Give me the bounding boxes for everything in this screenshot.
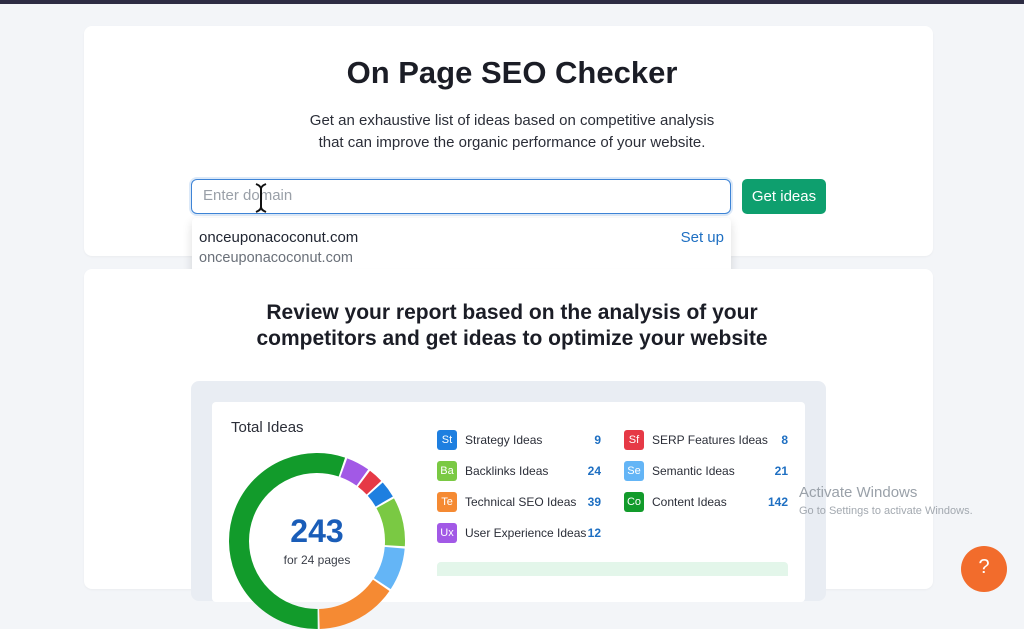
activate-windows-title: Activate Windows (799, 484, 918, 501)
legend-user-experience-ideas[interactable]: Ux User Experience Ideas 12 (437, 523, 603, 543)
technical-seo-badge: Te (437, 492, 457, 512)
semantic-label: Semantic Ideas (652, 464, 735, 478)
content-count: 142 (767, 495, 788, 509)
user-experience-badge: Ux (437, 523, 457, 543)
backlinks-count: 24 (587, 464, 601, 478)
domain-input[interactable]: Enter domain (191, 179, 731, 214)
legend-serp-features-ideas[interactable]: Sf SERP Features Ideas 8 (624, 430, 789, 450)
total-ideas-count: 243 (290, 513, 344, 549)
report-heading-line-2: competitors and get ideas to optimize yo… (256, 327, 768, 350)
strategy-label: Strategy Ideas (465, 433, 543, 447)
strategy-count: 9 (594, 433, 601, 447)
serp-features-label: SERP Features Ideas (652, 433, 768, 447)
strategy-badge: St (437, 430, 457, 450)
total-ideas-label: Total Ideas (231, 419, 304, 436)
total-ideas-pages: for 24 pages (283, 553, 351, 567)
serp-features-count: 8 (781, 433, 788, 447)
legend-backlinks-ideas[interactable]: Ba Backlinks Ideas 24 (437, 461, 603, 481)
user-experience-count: 12 (587, 526, 601, 540)
legend-strategy-ideas[interactable]: St Strategy Ideas 9 (437, 430, 603, 450)
info-banner (437, 562, 788, 576)
setup-link[interactable]: Set up (681, 229, 724, 246)
report-heading-line-1: Review your report based on the analysis… (266, 301, 758, 324)
activate-windows-subtitle: Go to Settings to activate Windows. (799, 505, 973, 517)
text-cursor-icon (255, 183, 267, 213)
semantic-badge: Se (624, 461, 644, 481)
help-button[interactable]: ? (961, 546, 1007, 592)
subtitle-line-1: Get an exhaustive list of ideas based on… (309, 112, 715, 129)
suggestion-subtext: onceuponacoconut.com (199, 250, 353, 266)
legend-semantic-ideas[interactable]: Se Semantic Ideas 21 (624, 461, 789, 481)
legend-content-ideas[interactable]: Co Content Ideas 142 (624, 492, 789, 512)
legend-technical-seo-ideas[interactable]: Te Technical SEO Ideas 39 (437, 492, 603, 512)
backlinks-label: Backlinks Ideas (465, 464, 549, 478)
serp-features-badge: Sf (624, 430, 644, 450)
content-badge: Co (624, 492, 644, 512)
technical-seo-count: 39 (587, 495, 601, 509)
technical-seo-label: Technical SEO Ideas (465, 495, 577, 509)
page-title: On Page SEO Checker (346, 55, 678, 90)
subtitle-line-2: that can improve the organic performance… (318, 134, 706, 151)
semantic-count: 21 (774, 464, 788, 478)
get-ideas-button[interactable]: Get ideas (742, 179, 826, 214)
content-label: Content Ideas (652, 495, 727, 509)
domain-suggestion-dropdown[interactable]: onceuponacoconut.com onceuponacoconut.co… (192, 218, 731, 276)
suggestion-domain[interactable]: onceuponacoconut.com (199, 229, 358, 246)
top-bar (0, 0, 1024, 4)
backlinks-badge: Ba (437, 461, 457, 481)
